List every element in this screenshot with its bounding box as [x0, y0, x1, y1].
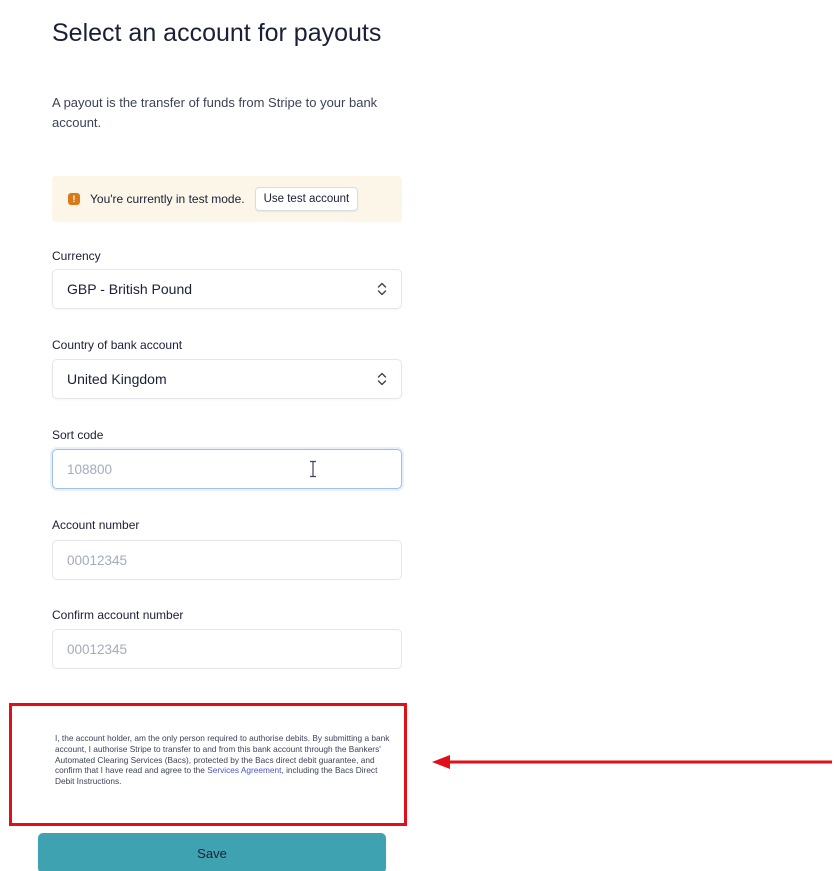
chevron-up-down-icon [377, 282, 387, 296]
country-value: United Kingdom [67, 371, 167, 387]
text-cursor-icon [310, 460, 316, 478]
country-select[interactable]: United Kingdom [52, 359, 402, 399]
sort-code-input[interactable] [52, 449, 402, 489]
services-agreement-link[interactable]: Services Agreement [207, 765, 281, 775]
account-number-input[interactable] [52, 540, 402, 580]
payout-account-page: Select an account for payouts A payout i… [0, 0, 834, 871]
page-title: Select an account for payouts [52, 19, 382, 47]
save-button[interactable]: Save [38, 833, 386, 871]
annotation-highlight-box: I, the account holder, am the only perso… [9, 703, 407, 826]
test-mode-banner: ! You're currently in test mode. Use tes… [52, 176, 402, 222]
chevron-up-down-icon [377, 372, 387, 386]
confirm-account-number-label: Confirm account number [52, 608, 184, 622]
confirm-account-number-input[interactable] [52, 629, 402, 669]
page-subtitle: A payout is the transfer of funds from S… [52, 95, 378, 130]
warning-icon: ! [68, 193, 80, 205]
bacs-mandate-text: I, the account holder, am the only perso… [55, 733, 395, 787]
test-mode-message: You're currently in test mode. [90, 192, 245, 206]
currency-select[interactable]: GBP - British Pound [52, 269, 402, 309]
annotation-arrow-icon [432, 755, 832, 769]
country-label: Country of bank account [52, 338, 183, 352]
currency-value: GBP - British Pound [67, 281, 193, 297]
sort-code-label: Sort code [52, 428, 104, 442]
account-number-label: Account number [52, 518, 140, 532]
currency-label: Currency [52, 249, 101, 263]
use-test-account-button[interactable]: Use test account [254, 187, 359, 211]
